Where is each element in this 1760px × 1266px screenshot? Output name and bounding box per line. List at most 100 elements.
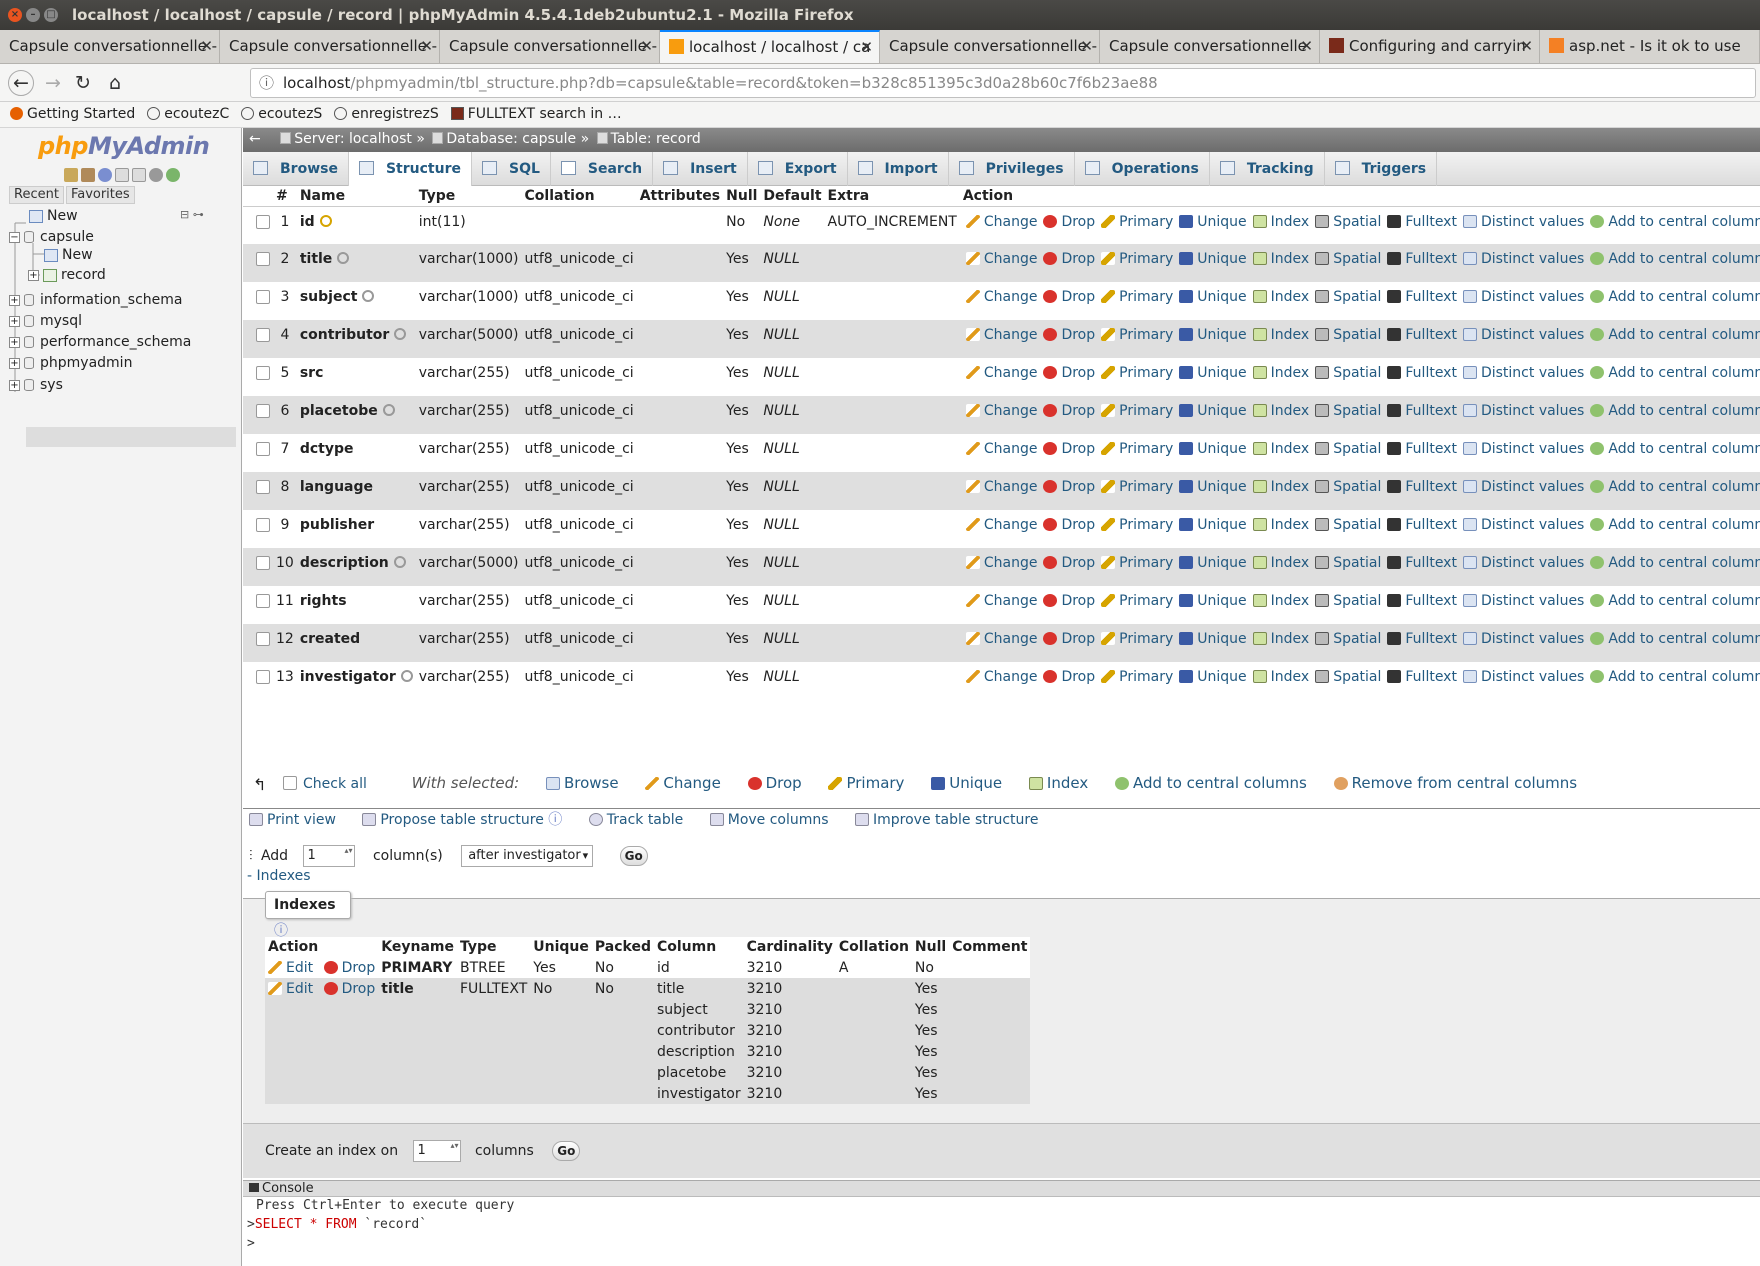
spatial-action[interactable]: Spatial (1309, 289, 1381, 305)
index-edit-link[interactable]: Edit (268, 981, 313, 997)
help-icon[interactable]: ⓘ (548, 812, 562, 828)
distinct-action[interactable]: Distinct values (1457, 669, 1584, 685)
browser-tab[interactable]: Capsule conversationnelle - ✕ (220, 30, 440, 63)
browser-tab[interactable]: localhost / localhost / ca ✕ (660, 30, 880, 63)
distinct-action[interactable]: Distinct values (1457, 441, 1584, 457)
tab-import[interactable]: Import (848, 152, 949, 186)
drop-action[interactable]: Drop (1037, 214, 1095, 230)
bulk-index-button[interactable]: Index (1023, 768, 1088, 798)
distinct-action[interactable]: Distinct values (1457, 479, 1584, 495)
drop-action[interactable]: Drop (1037, 669, 1095, 685)
drop-action[interactable]: Drop (1037, 593, 1095, 609)
drop-action[interactable]: Drop (1037, 555, 1095, 571)
change-action[interactable]: Change (960, 289, 1037, 305)
unique-action[interactable]: Unique (1173, 555, 1247, 571)
spatial-action[interactable]: Spatial (1309, 669, 1381, 685)
bulk-unique-button[interactable]: Unique (925, 768, 1002, 798)
browser-tab[interactable]: Configuring and carryin ✕ (1320, 30, 1540, 63)
console-query[interactable]: >SELECT * FROM `record` (247, 1217, 427, 1232)
tree-item-performance-schema[interactable]: + performance_schema (9, 334, 191, 350)
spatial-action[interactable]: Spatial (1309, 365, 1381, 381)
browser-tab[interactable]: Capsule conversationnelle - ✕ (0, 30, 220, 63)
change-action[interactable]: Change (960, 593, 1037, 609)
close-window-icon[interactable]: × (8, 8, 22, 22)
central-action[interactable]: Add to central columns (1584, 441, 1760, 457)
bookmark-item[interactable]: Getting Started (10, 102, 135, 126)
tab-browse[interactable]: Browse (243, 152, 349, 186)
tree-item-mysql[interactable]: + mysql (9, 313, 82, 329)
expand-icon[interactable]: + (9, 357, 20, 369)
row-checkbox[interactable] (256, 632, 270, 646)
index-action[interactable]: Index (1247, 517, 1309, 533)
change-action[interactable]: Change (960, 441, 1037, 457)
unique-action[interactable]: Unique (1173, 441, 1247, 457)
drop-action[interactable]: Drop (1037, 365, 1095, 381)
fulltext-action[interactable]: Fulltext (1381, 289, 1457, 305)
reload-icon[interactable]: ↻ (70, 70, 96, 96)
unique-action[interactable]: Unique (1173, 631, 1247, 647)
close-tab-icon[interactable]: ✕ (1520, 30, 1533, 63)
browser-tab[interactable]: asp.net - Is it ok to use (1540, 30, 1760, 63)
bookmark-item[interactable]: enregistrezS (334, 102, 439, 126)
drop-action[interactable]: Drop (1037, 403, 1095, 419)
spatial-action[interactable]: Spatial (1309, 441, 1381, 457)
change-action[interactable]: Change (960, 669, 1037, 685)
unique-action[interactable]: Unique (1173, 289, 1247, 305)
fulltext-action[interactable]: Fulltext (1381, 251, 1457, 267)
bookmark-item[interactable]: ecoutezC (147, 102, 229, 126)
tab-export[interactable]: Export (748, 152, 848, 186)
row-checkbox[interactable] (256, 556, 270, 570)
central-action[interactable]: Add to central columns (1584, 669, 1760, 685)
browser-tab[interactable]: Capsule conversationnelle ✕ (1100, 30, 1320, 63)
home-icon[interactable]: ⌂ (102, 70, 128, 96)
url-bar[interactable]: ⓘ localhost/phpmyadmin/tbl_structure.php… (250, 68, 1756, 98)
distinct-action[interactable]: Distinct values (1457, 631, 1584, 647)
distinct-action[interactable]: Distinct values (1457, 289, 1584, 305)
change-action[interactable]: Change (960, 327, 1037, 343)
track-table-link[interactable]: Track table (588, 811, 683, 829)
bulk-primary-button[interactable]: Primary (822, 768, 904, 798)
tree-item-information-schema[interactable]: + information_schema (9, 292, 183, 308)
unique-action[interactable]: Unique (1173, 365, 1247, 381)
close-tab-icon[interactable]: ✕ (420, 30, 433, 63)
maximize-window-icon[interactable]: □ (44, 8, 58, 22)
row-checkbox[interactable] (256, 366, 270, 380)
console-bar[interactable]: Console (243, 1181, 1760, 1197)
improve-structure-link[interactable]: Improve table structure (855, 811, 1038, 829)
change-action[interactable]: Change (960, 365, 1037, 381)
row-checkbox[interactable] (256, 480, 270, 494)
central-action[interactable]: Add to central columns (1584, 555, 1760, 571)
central-action[interactable]: Add to central columns (1584, 517, 1760, 533)
index-action[interactable]: Index (1247, 251, 1309, 267)
bulk-add-central-button[interactable]: Add to central columns (1109, 768, 1307, 798)
central-action[interactable]: Add to central columns (1584, 327, 1760, 343)
row-checkbox[interactable] (256, 442, 270, 456)
change-action[interactable]: Change (960, 251, 1037, 267)
distinct-action[interactable]: Distinct values (1457, 327, 1584, 343)
distinct-action[interactable]: Distinct values (1457, 517, 1584, 533)
drop-action[interactable]: Drop (1037, 441, 1095, 457)
central-action[interactable]: Add to central columns (1584, 214, 1760, 230)
bulk-browse-button[interactable]: Browse (540, 768, 619, 798)
browser-tab[interactable]: Capsule conversationnelle - ✕ (880, 30, 1100, 63)
position-select[interactable]: after investigator (461, 845, 594, 867)
index-action[interactable]: Index (1247, 631, 1309, 647)
expand-icon[interactable]: + (9, 294, 20, 306)
close-tab-icon[interactable]: ✕ (200, 30, 213, 63)
bulk-remove-central-button[interactable]: Remove from central columns (1328, 768, 1577, 798)
unique-action[interactable]: Unique (1173, 327, 1247, 343)
change-action[interactable]: Change (960, 517, 1037, 533)
index-action[interactable]: Index (1247, 593, 1309, 609)
expand-icon[interactable]: + (9, 379, 20, 391)
fulltext-action[interactable]: Fulltext (1381, 517, 1457, 533)
row-checkbox[interactable] (256, 290, 270, 304)
change-action[interactable]: Change (960, 555, 1037, 571)
central-action[interactable]: Add to central columns (1584, 593, 1760, 609)
breadcrumb-database[interactable]: Database: capsule (446, 131, 576, 147)
fulltext-action[interactable]: Fulltext (1381, 479, 1457, 495)
bookmark-item[interactable]: FULLTEXT search in … (450, 102, 622, 126)
index-action[interactable]: Index (1247, 403, 1309, 419)
expand-icon[interactable]: + (9, 336, 20, 348)
tab-structure[interactable]: Structure (348, 152, 472, 187)
primary-action[interactable]: Primary (1095, 403, 1173, 419)
